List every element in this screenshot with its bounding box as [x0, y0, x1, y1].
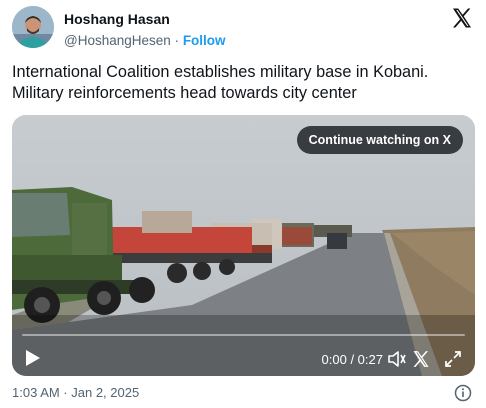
tweet-header: Hoshang Hasan @HoshangHesen · Follow [12, 6, 474, 52]
follow-button[interactable]: Follow [183, 33, 226, 48]
progress-bar[interactable] [22, 334, 465, 336]
author-name[interactable]: Hoshang Hasan [64, 10, 226, 28]
author-meta: @HoshangHesen · Follow [64, 31, 226, 51]
x-icon[interactable] [411, 349, 431, 369]
fullscreen-icon[interactable] [443, 349, 463, 369]
x-logo-icon[interactable] [450, 6, 474, 30]
author-handle[interactable]: @HoshangHesen [64, 33, 171, 48]
tweet-text: International Coalition establishes mili… [12, 63, 429, 102]
author-block: Hoshang Hasan @HoshangHesen · Follow [64, 10, 226, 51]
continue-watching-button[interactable]: Continue watching on X [296, 126, 463, 154]
author-avatar[interactable] [12, 6, 54, 48]
tweet-timestamp[interactable]: 1:03 AM · Jan 2, 2025 [12, 385, 139, 401]
video-player[interactable]: Continue watching on X 0:00 / 0:27 [12, 115, 475, 376]
tweet-card: Hoshang Hasan @HoshangHesen · Follow Int… [0, 0, 486, 408]
separator-dot: · [174, 33, 180, 48]
video-controls: 0:00 / 0:27 [12, 320, 475, 376]
volume-icon[interactable] [387, 349, 407, 369]
avatar-image [12, 6, 54, 48]
play-icon[interactable] [22, 348, 42, 368]
video-time: 0:00 / 0:27 [321, 352, 383, 367]
info-icon[interactable] [454, 384, 472, 402]
